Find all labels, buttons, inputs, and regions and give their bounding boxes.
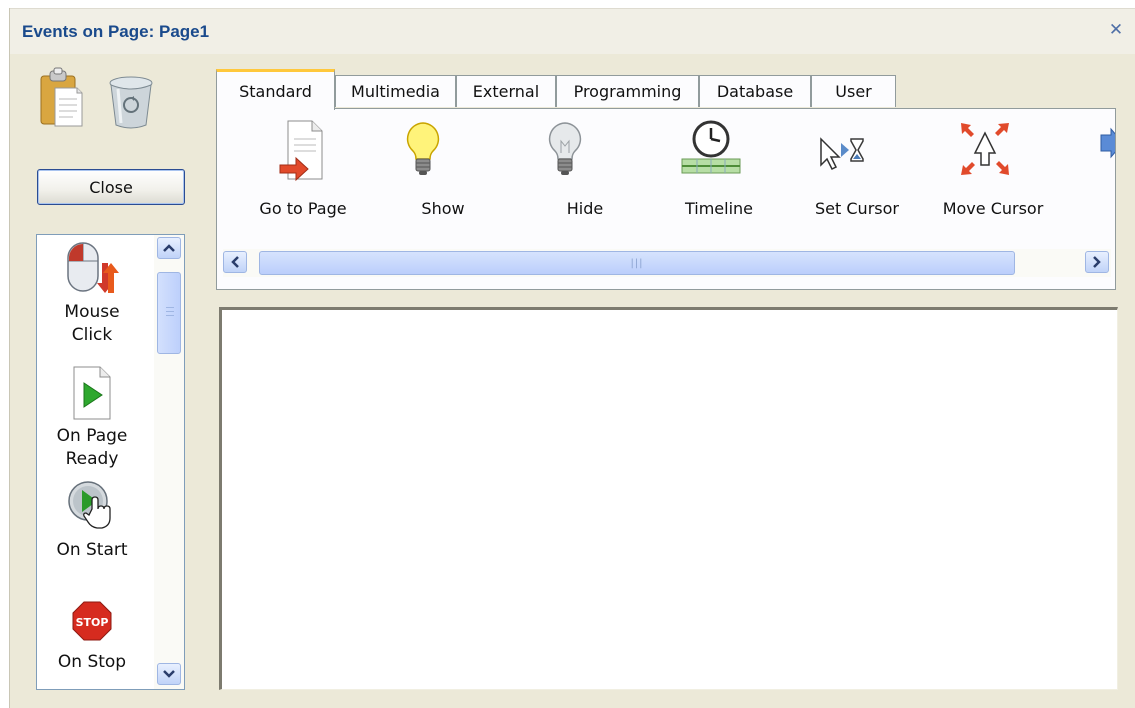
list-item-on-start[interactable]: On Start — [37, 479, 147, 562]
action-label: Move Cursor — [942, 199, 1044, 218]
action-label: Timeline — [684, 199, 754, 218]
event-label: Ready — [65, 449, 119, 469]
tab-programming[interactable]: Programming — [556, 75, 699, 107]
svg-text:STOP: STOP — [76, 616, 109, 629]
tab-standard[interactable]: Standard — [216, 69, 335, 110]
list-item-mouse-click[interactable]: Mouse Click — [37, 241, 147, 347]
vertical-scrollbar[interactable] — [154, 235, 184, 689]
action-set-cursor[interactable]: Set Cursor — [815, 119, 899, 218]
close-button[interactable]: Close — [37, 169, 185, 205]
page-arrow-icon — [263, 119, 343, 183]
stop-sign-icon: STOP — [37, 591, 147, 651]
chevron-right-icon — [1093, 256, 1101, 268]
page-play-icon — [37, 365, 147, 425]
actions-toolbar: Go to Page Show Hide Timeline Set Cursor… — [216, 108, 1116, 290]
events-list: Mouse Click On Page Ready On Start STOP … — [36, 234, 185, 690]
clipboard-icon[interactable] — [39, 66, 83, 128]
move-cursor-icon — [953, 119, 1017, 183]
event-label: Click — [71, 325, 113, 345]
tab-user[interactable]: User — [811, 75, 896, 107]
action-partial[interactable]: E — [1091, 119, 1115, 183]
scroll-thumb[interactable]: ||| — [259, 251, 1015, 275]
panel-title: Events on Page: Page1 — [22, 22, 210, 41]
action-hide[interactable]: Hide — [545, 119, 603, 218]
tab-multimedia[interactable]: Multimedia — [335, 75, 456, 107]
action-move-cursor[interactable]: Move Cursor — [943, 119, 1043, 218]
events-panel: Events on Page: Page1 ✕ Close Mouse Clic… — [9, 8, 1135, 708]
cursor-hourglass-icon — [817, 119, 865, 183]
event-label: On Stop — [57, 652, 127, 672]
event-label: On Start — [56, 540, 128, 560]
action-timeline[interactable]: Timeline — [679, 119, 753, 218]
action-label: Go to Page — [259, 199, 347, 218]
list-item-on-page-ready[interactable]: On Page Ready — [37, 365, 147, 471]
tab-external[interactable]: External — [456, 75, 556, 107]
bulb-on-icon — [403, 119, 443, 183]
scroll-right-button[interactable] — [1085, 251, 1109, 273]
action-label: Show — [421, 199, 465, 218]
list-item-on-stop[interactable]: STOP On Stop — [37, 591, 147, 674]
horizontal-scrollbar[interactable]: ||| — [223, 249, 1111, 277]
event-label: Mouse — [64, 302, 120, 322]
event-label: On Page — [56, 426, 128, 446]
arrow-icon — [1091, 119, 1115, 183]
chevron-up-icon — [163, 244, 175, 252]
scroll-up-button[interactable] — [157, 237, 181, 259]
timeline-clock-icon — [679, 119, 743, 183]
action-show[interactable]: Show — [403, 119, 465, 218]
start-hand-icon — [37, 479, 147, 539]
chevron-left-icon — [231, 256, 239, 268]
title-bar: Events on Page: Page1 ✕ — [10, 8, 1135, 54]
scroll-down-button[interactable] — [157, 663, 181, 685]
chevron-down-icon — [163, 670, 175, 678]
recycle-bin-icon[interactable] — [108, 75, 154, 129]
bulb-off-icon — [545, 119, 585, 183]
event-actions-area[interactable] — [219, 307, 1118, 690]
scroll-thumb[interactable] — [157, 272, 181, 354]
action-go-to-page[interactable]: Go to Page — [259, 119, 347, 218]
mouse-click-icon — [37, 241, 147, 301]
close-icon[interactable]: ✕ — [1106, 19, 1126, 41]
scroll-left-button[interactable] — [223, 251, 247, 273]
tab-database[interactable]: Database — [699, 75, 811, 107]
